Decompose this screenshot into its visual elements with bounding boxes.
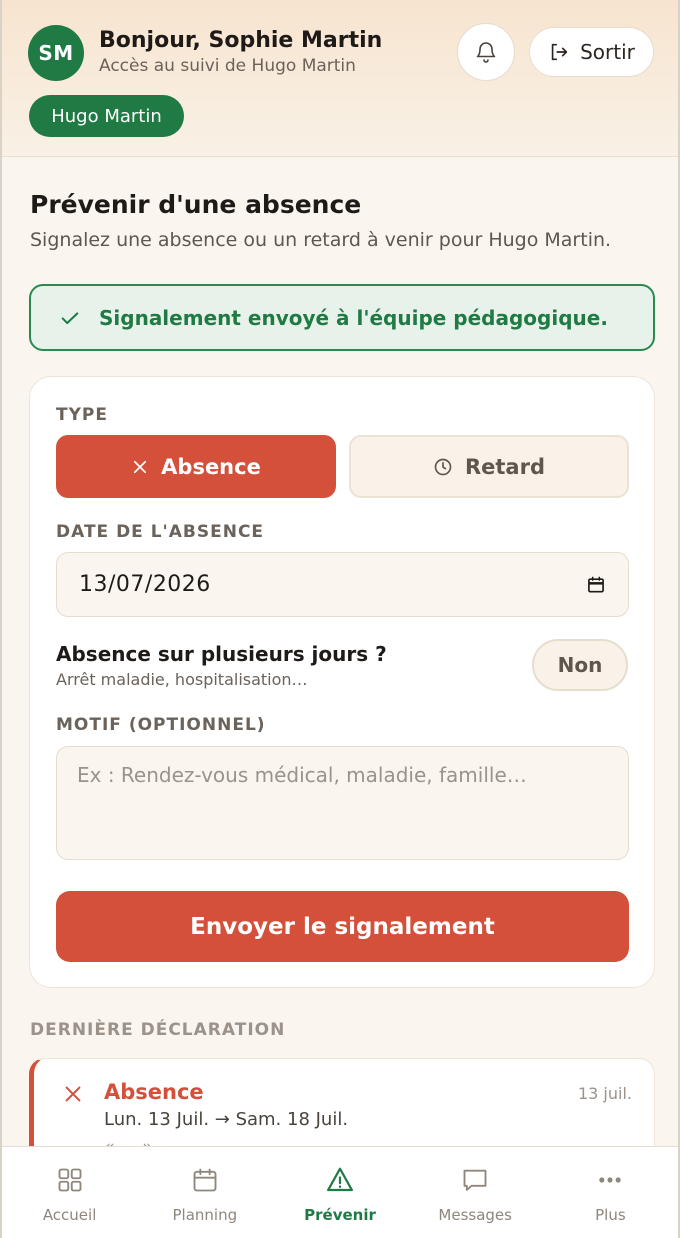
nav-label-prevenir: Prévenir bbox=[304, 1206, 376, 1224]
multi-day-subtitle: Arrêt maladie, hospitalisation… bbox=[56, 670, 308, 689]
last-declaration-heading: DERNIÈRE DÉCLARATION bbox=[30, 1020, 286, 1040]
type-label: TYPE bbox=[56, 405, 108, 425]
page-subtitle: Signalez une absence ou un retard à veni… bbox=[30, 229, 612, 251]
nav-item-prevenir[interactable]: Prévenir bbox=[272, 1147, 407, 1238]
success-text: Signalement envoyé à l'équipe pédagogiqu… bbox=[99, 305, 608, 330]
motif-textarea[interactable]: Ex : Rendez-vous médical, maladie, famil… bbox=[56, 746, 629, 860]
clock-icon bbox=[434, 458, 452, 475]
notifications-button[interactable] bbox=[457, 23, 515, 81]
nav-item-plus[interactable]: Plus bbox=[543, 1147, 678, 1238]
bottom-navigation: Accueil Planning Prévenir Messages Plus bbox=[2, 1146, 678, 1238]
calendar-icon[interactable] bbox=[586, 575, 606, 595]
logout-label: Sortir bbox=[580, 40, 635, 64]
last-declaration-date: 13 juil. bbox=[577, 1084, 632, 1103]
multi-day-title: Absence sur plusieurs jours ? bbox=[56, 642, 387, 666]
type-absence-label: Absence bbox=[161, 454, 261, 479]
date-label: DATE DE L'ABSENCE bbox=[56, 522, 265, 542]
nav-label-accueil: Accueil bbox=[42, 1206, 97, 1224]
avatar[interactable]: SM bbox=[28, 25, 84, 81]
last-declaration-range: Lun. 13 Juil. → Sam. 18 Juil. bbox=[104, 1109, 349, 1130]
type-absence-button[interactable]: Absence bbox=[56, 435, 336, 498]
x-icon bbox=[65, 1086, 81, 1102]
x-icon bbox=[134, 460, 147, 473]
message-icon bbox=[463, 1169, 487, 1191]
absence-form-card: TYPE Absence Retard DATE DE L'ABSENCE 13… bbox=[29, 376, 655, 988]
app-screen: SM Bonjour, Sophie Martin Accès au suivi… bbox=[0, 0, 680, 1238]
check-icon bbox=[61, 311, 79, 324]
nav-item-accueil[interactable]: Accueil bbox=[2, 1147, 137, 1238]
type-retard-label: Retard bbox=[464, 454, 545, 479]
nav-item-messages[interactable]: Messages bbox=[408, 1147, 543, 1238]
nav-item-planning[interactable]: Planning bbox=[137, 1147, 272, 1238]
motif-label: MOTIF (OPTIONNEL) bbox=[56, 715, 266, 735]
submit-button[interactable]: Envoyer le signalement bbox=[56, 891, 629, 962]
grid-icon bbox=[58, 1168, 82, 1192]
greeting-subtitle: Accès au suivi de Hugo Martin bbox=[99, 56, 356, 76]
nav-label-plus: Plus bbox=[595, 1206, 626, 1224]
warning-icon bbox=[327, 1167, 353, 1192]
type-retard-button[interactable]: Retard bbox=[349, 435, 629, 498]
multi-day-toggle[interactable]: Non bbox=[532, 639, 628, 691]
bell-icon bbox=[476, 42, 496, 63]
last-declaration-type: Absence bbox=[104, 1080, 204, 1104]
page-title: Prévenir d'une absence bbox=[30, 190, 362, 219]
header: SM Bonjour, Sophie Martin Accès au suivi… bbox=[2, 0, 678, 157]
nav-label-planning: Planning bbox=[172, 1206, 238, 1224]
child-selector-chip[interactable]: Hugo Martin bbox=[29, 95, 184, 137]
success-banner: Signalement envoyé à l'équipe pédagogiqu… bbox=[29, 284, 655, 351]
calendar-icon bbox=[193, 1168, 217, 1192]
more-icon bbox=[599, 1177, 622, 1183]
nav-label-messages: Messages bbox=[438, 1206, 512, 1224]
logout-icon bbox=[551, 43, 568, 61]
logout-button[interactable]: Sortir bbox=[529, 27, 654, 77]
date-value: 13/07/2026 bbox=[79, 572, 211, 597]
greeting-title: Bonjour, Sophie Martin bbox=[99, 28, 383, 53]
date-field[interactable]: 13/07/2026 bbox=[56, 552, 629, 617]
